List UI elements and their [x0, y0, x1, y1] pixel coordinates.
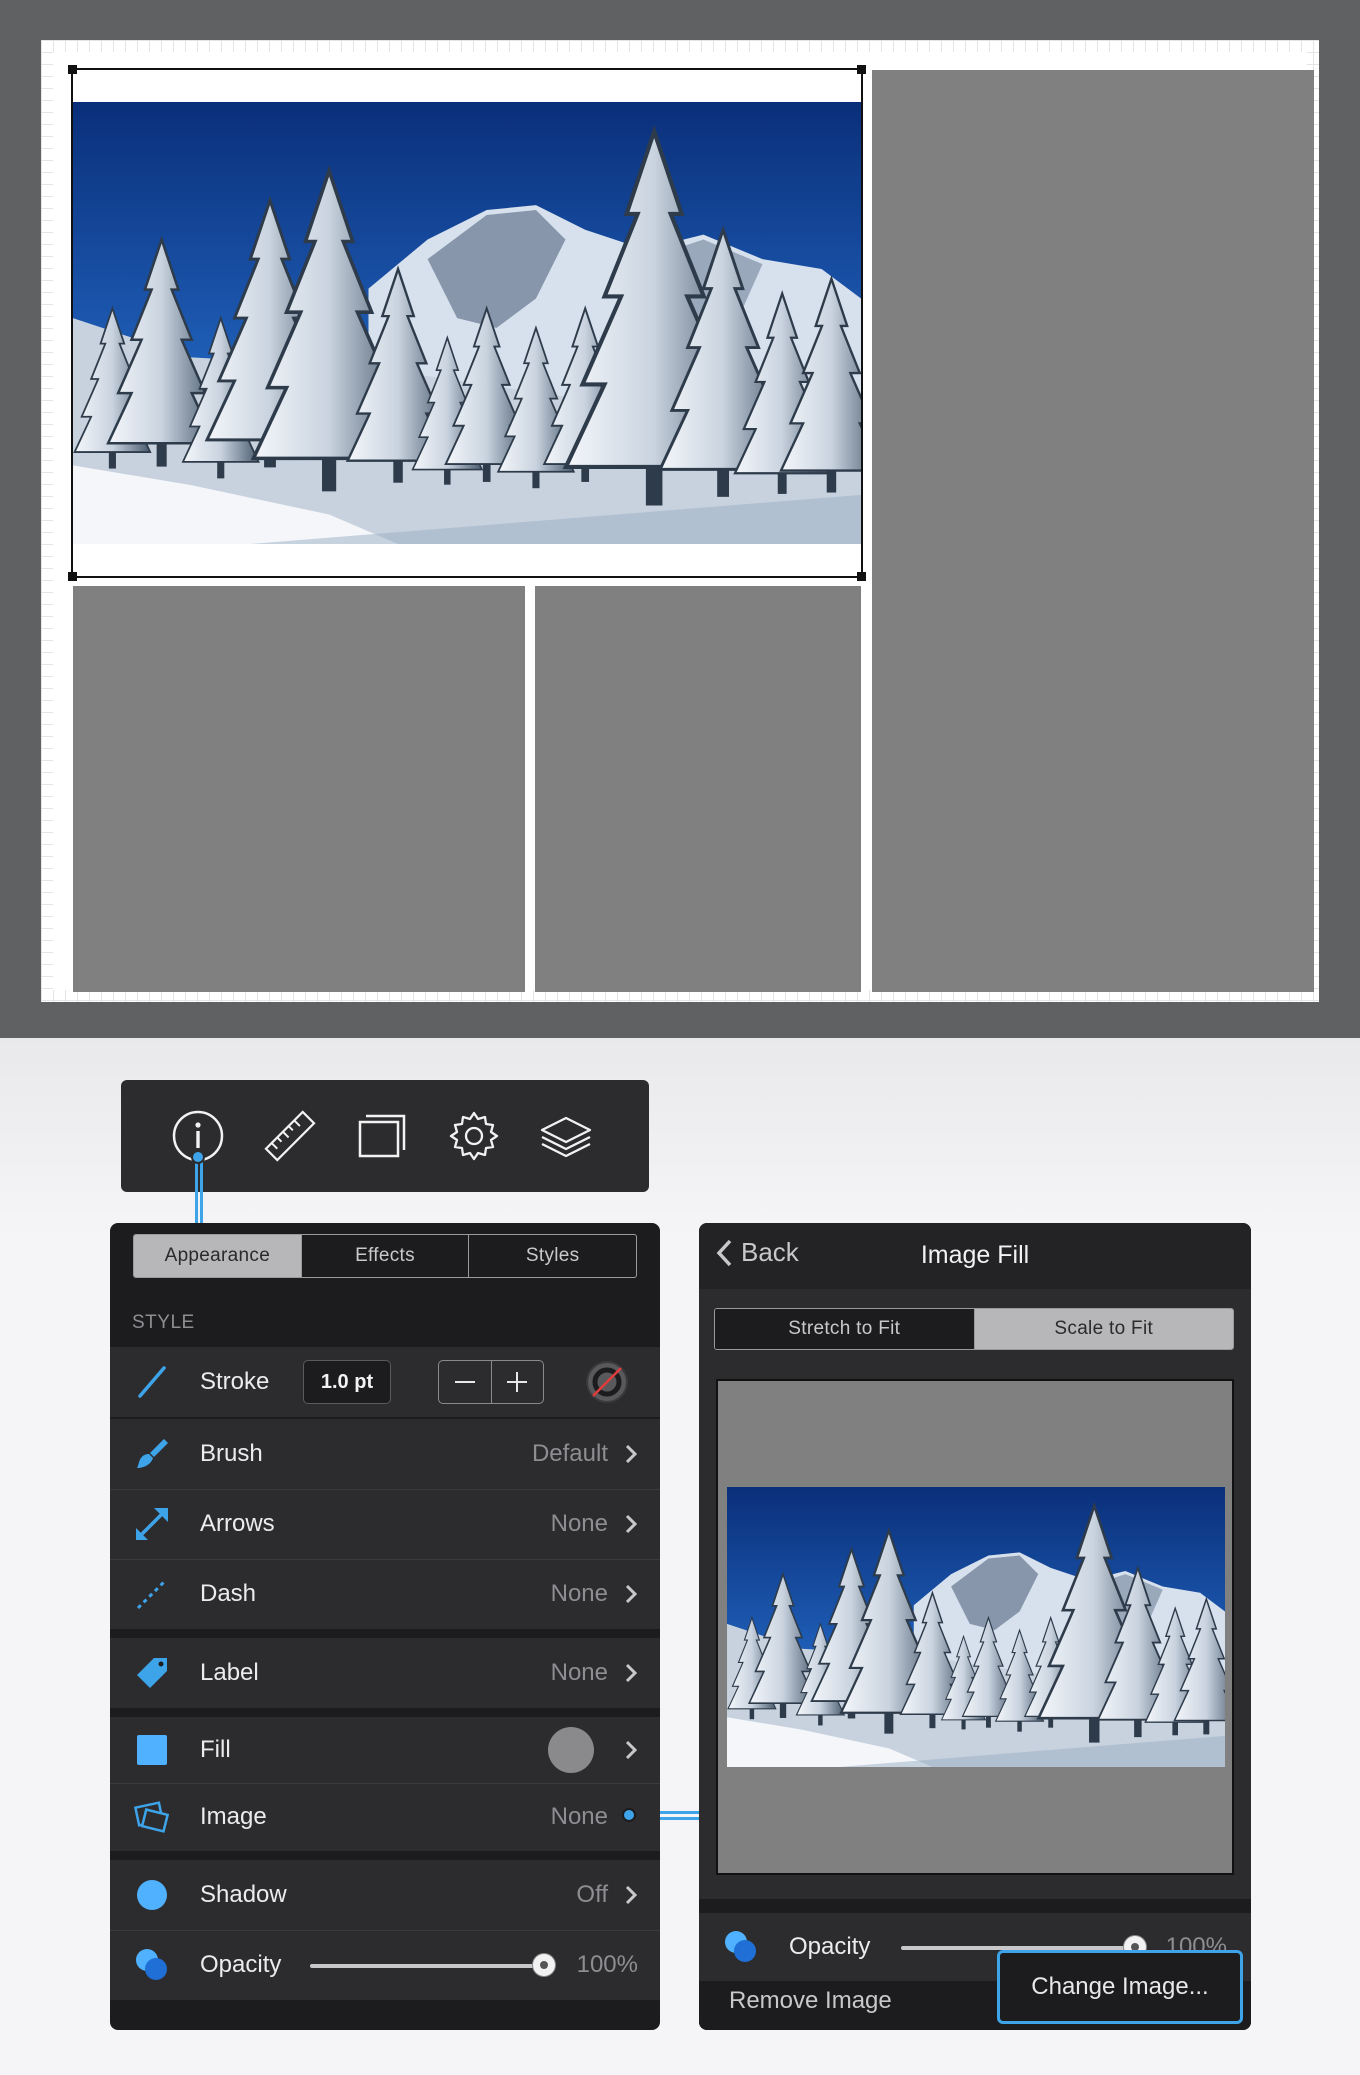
divider: [110, 1930, 660, 1931]
dash-label: Dash: [200, 1580, 257, 1607]
brush-row[interactable]: Brush Default: [110, 1419, 660, 1489]
placeholder-shape-right[interactable]: [872, 70, 1314, 992]
arrows-icon: [134, 1506, 170, 1542]
label-value: None: [550, 1659, 608, 1686]
fit-mode-control: Stretch to Fit Scale to Fit: [714, 1308, 1234, 1350]
resize-handle-top-right[interactable]: [857, 65, 866, 74]
stroke-decrement-button[interactable]: [439, 1361, 492, 1403]
dash-row[interactable]: Dash None: [110, 1559, 660, 1629]
panel-title: Image Fill: [920, 1241, 1030, 1269]
ruler-icon[interactable]: [262, 1108, 318, 1164]
arrows-label: Arrows: [200, 1510, 275, 1537]
divider: [110, 1783, 660, 1784]
image-value: None: [550, 1803, 608, 1830]
label-row[interactable]: Label None: [110, 1638, 660, 1708]
brush-icon: [134, 1436, 170, 1472]
inspector-tabs: Appearance Effects Styles: [133, 1234, 637, 1278]
stroke-row: Stroke 1.0 pt: [110, 1347, 660, 1417]
connector-dot: [622, 1808, 636, 1822]
stroke-width-stepper: [438, 1360, 544, 1404]
placeholder-shape-bottom-left[interactable]: [73, 586, 525, 992]
chevron-right-icon: [624, 1513, 638, 1535]
opacity-icon: [723, 1929, 759, 1965]
document-canvas[interactable]: [0, 0, 1360, 1038]
tag-icon: [134, 1655, 170, 1691]
dash-icon: [134, 1576, 170, 1612]
brush-label: Brush: [200, 1440, 263, 1467]
opacity-slider-thumb[interactable]: [533, 1954, 555, 1976]
connector-line: [195, 1156, 198, 1225]
shadow-icon: [134, 1877, 170, 1913]
chevron-right-icon: [624, 1739, 638, 1761]
shadow-row[interactable]: Shadow Off: [110, 1860, 660, 1930]
fill-label: Fill: [200, 1736, 231, 1763]
scale-to-fit-option[interactable]: Scale to Fit: [974, 1309, 1233, 1349]
page[interactable]: [41, 40, 1319, 1002]
tab-styles[interactable]: Styles: [469, 1235, 636, 1277]
connector-dot: [191, 1150, 205, 1164]
section-label-style: STYLE: [132, 1312, 195, 1333]
chevron-right-icon: [624, 1583, 638, 1605]
opacity-slider-track[interactable]: [310, 1964, 544, 1968]
image-fill-panel: Back Image Fill Stretch to Fit Scale to …: [699, 1223, 1251, 2030]
chevron-right-icon: [624, 1662, 638, 1684]
fill-row[interactable]: Fill: [110, 1717, 660, 1783]
canvas-icon[interactable]: [354, 1108, 410, 1164]
stretch-to-fit-option[interactable]: Stretch to Fit: [715, 1309, 975, 1349]
tab-effects[interactable]: Effects: [302, 1235, 470, 1277]
shape-image-fill: [73, 102, 861, 544]
image-fill-header: Back Image Fill: [699, 1223, 1251, 1289]
connector-line: [200, 1156, 203, 1225]
gear-icon[interactable]: [446, 1108, 502, 1164]
tab-appearance[interactable]: Appearance: [134, 1235, 302, 1277]
preview-image: [727, 1487, 1225, 1767]
stroke-label: Stroke: [200, 1368, 270, 1395]
opacity-icon: [134, 1947, 170, 1983]
resize-handle-top-left[interactable]: [68, 65, 77, 74]
selected-image-shape[interactable]: [68, 65, 866, 581]
style-inspector: Appearance Effects Styles STYLE Stroke 1…: [110, 1223, 660, 2030]
opacity-row: Opacity 100%: [110, 1930, 660, 2000]
shadow-value: Off: [576, 1881, 608, 1908]
label-label: Label: [200, 1659, 259, 1686]
fill-color-swatch[interactable]: [548, 1727, 594, 1773]
change-image-button[interactable]: Change Image...: [997, 1950, 1243, 2024]
resize-handle-bottom-right[interactable]: [857, 572, 866, 581]
stroke-increment-button[interactable]: [492, 1361, 544, 1403]
brush-value: Default: [531, 1440, 608, 1467]
chevron-right-icon: [624, 1443, 638, 1465]
arrows-value: None: [550, 1510, 608, 1537]
dash-value: None: [550, 1580, 608, 1607]
layers-icon[interactable]: [538, 1108, 594, 1164]
divider: [110, 1489, 660, 1490]
stroke-width-field[interactable]: 1.0 pt: [303, 1360, 391, 1404]
placeholder-shape-bottom-middle[interactable]: [535, 586, 861, 992]
arrows-row[interactable]: Arrows None: [110, 1489, 660, 1559]
image-preview: [716, 1379, 1234, 1875]
opacity-label: Opacity: [200, 1951, 282, 1978]
remove-image-button[interactable]: Remove Image: [729, 1987, 892, 2015]
stroke-color-well[interactable]: [586, 1361, 628, 1403]
fill-icon: [134, 1732, 170, 1768]
opacity-value: 100%: [576, 1951, 638, 1978]
image-row[interactable]: Image None: [110, 1783, 660, 1851]
resize-handle-bottom-left[interactable]: [68, 572, 77, 581]
image-label: Image: [200, 1803, 267, 1830]
opacity-label: Opacity: [789, 1933, 871, 1960]
image-icon: [134, 1799, 170, 1835]
shadow-label: Shadow: [200, 1881, 287, 1908]
page-content: [53, 52, 1314, 992]
stroke-icon: [134, 1364, 170, 1400]
chevron-right-icon: [624, 1884, 638, 1906]
divider: [110, 1559, 660, 1560]
